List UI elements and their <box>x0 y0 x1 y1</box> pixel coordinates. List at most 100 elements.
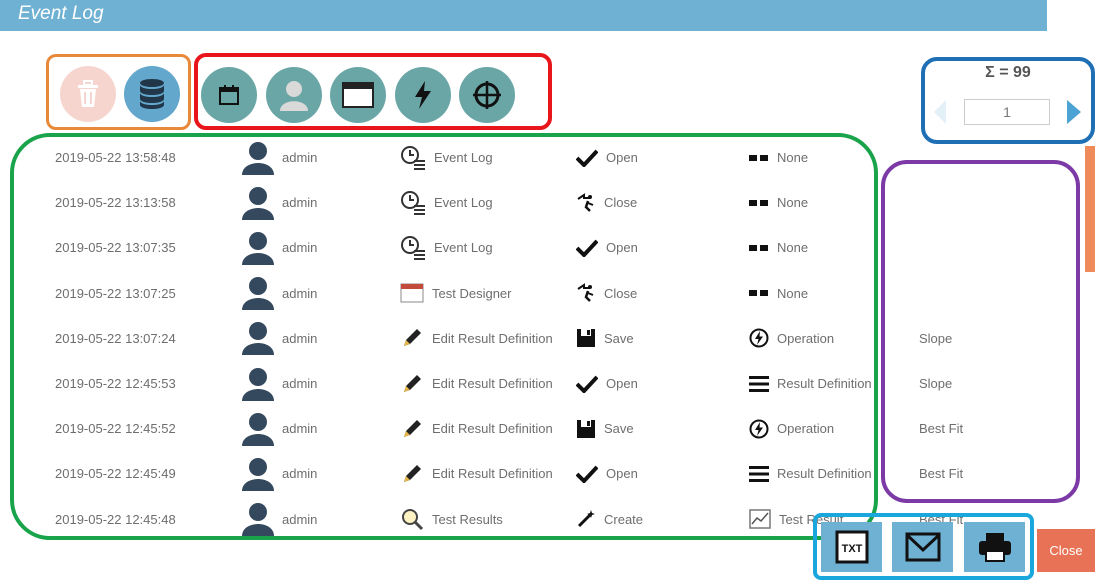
user-cell: admin <box>241 406 317 451</box>
filter-window-button[interactable] <box>330 67 386 123</box>
clock-list-icon <box>400 235 426 261</box>
printer-icon <box>978 533 1011 562</box>
module-cell-label: Event Log <box>434 195 493 211</box>
check-icon <box>576 239 598 257</box>
action-cell: Open <box>576 135 638 180</box>
detail-cell: Best Fit <box>919 451 963 496</box>
save-icon <box>576 328 596 348</box>
object-cell: Operation <box>749 406 834 451</box>
database-button[interactable] <box>124 66 180 122</box>
user-avatar-icon <box>241 320 275 356</box>
module-cell-label: Edit Result Definition <box>432 330 553 346</box>
exit-icon <box>576 192 596 213</box>
object-cell: None <box>749 225 808 270</box>
pencil-icon <box>400 326 424 350</box>
trash-icon <box>78 80 98 107</box>
table-row[interactable]: 2019-05-22 12:45:53 admin Edit Result Defi… <box>0 361 1095 406</box>
timestamp-cell: 2019-05-22 13:07:35 <box>55 225 176 270</box>
user-cell-label: admin <box>282 511 318 527</box>
module-cell: Event Log <box>400 135 493 180</box>
detail-cell: Slope <box>919 316 952 361</box>
window-title: Event Log <box>18 3 104 24</box>
detail-cell-label: Slope <box>919 376 953 391</box>
user-cell-label: admin <box>282 421 318 437</box>
object-cell: None <box>749 271 808 316</box>
next-page-arrow-icon[interactable] <box>1066 99 1082 125</box>
table-row[interactable]: 2019-05-22 12:45:49 admin Edit Result Defi… <box>0 451 1095 496</box>
object-cell-label: Operation <box>777 330 835 346</box>
action-cell-label: Save <box>604 421 634 437</box>
operation-icon <box>749 419 769 439</box>
user-cell: admin <box>241 316 317 361</box>
object-cell: Result Definition <box>749 451 872 496</box>
action-cell: Open <box>576 451 638 496</box>
timestamp-cell-label: 2019-05-22 12:45:53 <box>55 376 176 391</box>
filter-target-button[interactable] <box>459 67 515 123</box>
dash-icon <box>749 244 769 252</box>
object-cell-label: None <box>777 240 809 256</box>
window-icon <box>342 82 374 108</box>
object-cell-label: Result Definition <box>777 466 872 482</box>
detail-cell: Best Fit <box>919 406 963 451</box>
module-cell: Edit Result Definition <box>400 316 553 361</box>
table-row[interactable]: 2019-05-22 13:58:48 admin Event Log Open Non… <box>0 135 1095 180</box>
user-cell-label: admin <box>282 330 318 346</box>
user-avatar-icon <box>241 366 275 402</box>
detail-cell: Slope <box>919 361 952 406</box>
table-row[interactable]: 2019-05-22 13:07:24 admin Edit Result Defi… <box>0 316 1095 361</box>
object-cell-label: None <box>777 285 809 301</box>
page-number-input[interactable] <box>964 99 1050 125</box>
user-avatar-icon <box>241 140 275 176</box>
module-cell: Edit Result Definition <box>400 451 553 496</box>
title-bar: Event Log <box>0 0 1047 31</box>
action-cell: Close <box>576 180 637 225</box>
action-cell-label: Open <box>606 466 638 482</box>
module-cell-label: Edit Result Definition <box>432 376 553 391</box>
export-txt-button[interactable]: TXT <box>821 522 882 572</box>
object-cell-label: None <box>777 150 809 165</box>
user-cell-label: admin <box>282 466 318 482</box>
user-cell: admin <box>241 180 317 225</box>
check-icon <box>576 375 598 393</box>
module-cell-label: Test Designer <box>432 285 512 301</box>
object-cell-label: None <box>777 195 809 211</box>
user-cell-label: admin <box>282 285 318 301</box>
user-cell: admin <box>241 135 317 180</box>
dash-icon <box>749 199 769 207</box>
object-cell: Operation <box>749 316 834 361</box>
module-cell: Test Results <box>400 497 503 542</box>
timestamp-cell-label: 2019-05-22 13:58:48 <box>55 150 176 165</box>
exit-icon <box>576 283 596 303</box>
pencil-icon <box>400 462 424 486</box>
export-print-button[interactable] <box>964 522 1025 572</box>
prev-page-arrow-icon[interactable] <box>933 99 947 125</box>
close-button[interactable]: Close <box>1037 529 1095 572</box>
save-icon <box>576 419 596 439</box>
total-count: Σ = 99 <box>985 64 1031 81</box>
detail-cell-label: Slope <box>919 330 953 346</box>
table-row[interactable]: 2019-05-22 13:07:25 admin Test Designer Clo… <box>0 271 1095 316</box>
database-icon <box>140 79 164 109</box>
txt-icon-label: TXT <box>841 543 862 555</box>
action-cell: Create <box>576 497 643 542</box>
filter-user-button[interactable] <box>266 67 322 123</box>
filter-date-button[interactable] <box>201 67 257 123</box>
chart-icon <box>749 509 771 529</box>
action-cell-label: Open <box>606 150 638 165</box>
user-cell: admin <box>241 361 317 406</box>
timestamp-cell: 2019-05-22 12:45:52 <box>55 406 176 451</box>
delete-button[interactable] <box>60 66 116 122</box>
table-row[interactable]: 2019-05-22 13:13:58 admin Event Log Close No… <box>0 180 1095 225</box>
user-cell-label: admin <box>282 195 318 211</box>
lines-icon <box>749 375 769 393</box>
lightning-icon <box>415 81 431 109</box>
user-avatar-icon <box>241 185 275 221</box>
table-row[interactable]: 2019-05-22 12:45:52 admin Edit Result Defi… <box>0 406 1095 451</box>
table-row[interactable]: 2019-05-22 13:07:35 admin Event Log Open Non… <box>0 225 1095 270</box>
pencil-icon <box>400 417 424 441</box>
user-avatar-icon <box>241 275 275 311</box>
user-cell: admin <box>241 497 317 542</box>
filter-operation-button[interactable] <box>395 67 451 123</box>
export-mail-button[interactable] <box>892 522 953 572</box>
action-cell: Save <box>576 406 634 451</box>
